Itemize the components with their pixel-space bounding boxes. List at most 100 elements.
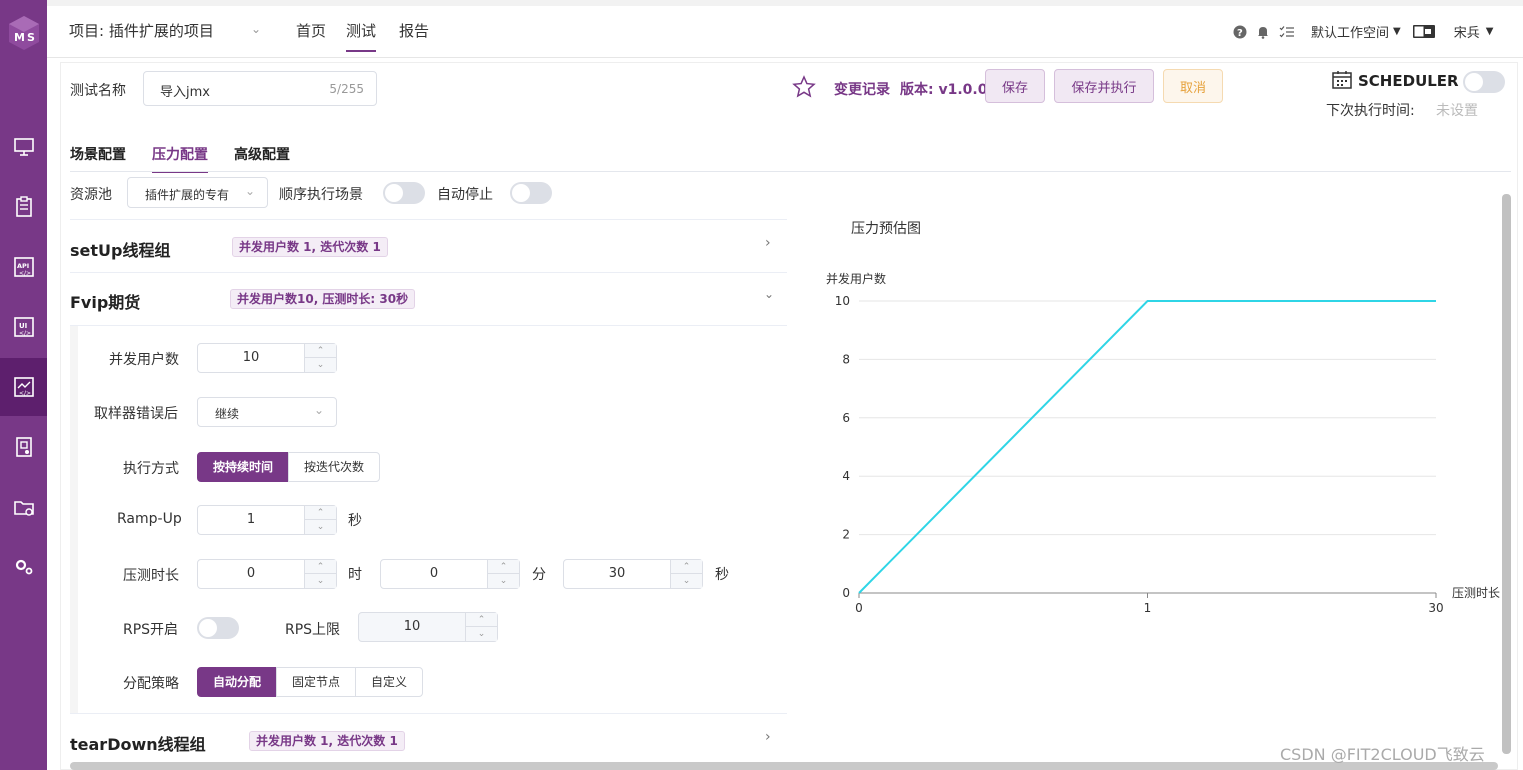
chevron-down-icon[interactable]: ⌄ <box>251 22 261 36</box>
bell-icon[interactable] <box>1256 25 1270 39</box>
user-menu[interactable]: 宋兵 <box>1454 22 1480 41</box>
checklist-icon[interactable] <box>1279 25 1295 39</box>
stepper-arrows[interactable]: ⌃ ⌄ <box>670 560 702 588</box>
caret-down-icon[interactable]: ▼ <box>1486 26 1494 37</box>
app-logo[interactable]: M S <box>0 10 47 54</box>
rps-toggle[interactable] <box>197 617 239 639</box>
on-error-select[interactable]: 继续 ⌄ <box>197 397 337 427</box>
chevron-up-icon[interactable]: ⌃ <box>305 344 336 358</box>
strategy-label: 分配策略 <box>123 676 179 692</box>
group-teardown-title[interactable]: tearDown线程组 <box>70 731 206 755</box>
calendar-icon[interactable] <box>1332 70 1352 89</box>
chevron-up-icon[interactable]: ⌃ <box>466 613 497 627</box>
chevron-right-icon[interactable]: › <box>765 729 771 745</box>
stepper-arrows[interactable]: ⌃ ⌄ <box>304 344 336 372</box>
tab-scenario[interactable]: 场景配置 <box>70 144 126 164</box>
group-setup-title[interactable]: setUp线程组 <box>70 237 170 261</box>
language-icon[interactable] <box>1412 25 1435 38</box>
users-value: 10 <box>242 350 260 365</box>
rps-limit-stepper[interactable]: 10 ⌃ ⌄ <box>358 612 498 642</box>
strategy-fixed[interactable]: 固定节点 <box>276 667 357 697</box>
test-name-label: 测试名称 <box>70 83 126 99</box>
hours-stepper[interactable]: 0 ⌃ ⌄ <box>197 559 337 589</box>
auto-stop-toggle[interactable] <box>510 182 552 204</box>
sidebar-item-ui[interactable]: UI </> <box>0 298 47 356</box>
vertical-scrollbar[interactable] <box>1502 194 1511 754</box>
change-log-link[interactable]: 变更记录 <box>834 79 890 99</box>
divider <box>70 272 787 273</box>
chart-x-tick-label: 1 <box>1144 601 1152 615</box>
stepper-arrows[interactable]: ⌃ ⌄ <box>304 506 336 534</box>
minutes-stepper[interactable]: 0 ⌃ ⌄ <box>380 559 520 589</box>
star-icon[interactable] <box>792 75 816 99</box>
folder-gear-icon <box>13 501 34 516</box>
nav-report[interactable]: 报告 <box>399 20 429 41</box>
svg-text:</>: </> <box>19 270 31 277</box>
on-error-label: 取样器错误后 <box>94 406 178 422</box>
chart-series-line <box>858 300 1436 594</box>
chevron-right-icon[interactable]: › <box>765 235 771 251</box>
chevron-down-icon[interactable]: ⌄ <box>488 574 519 588</box>
chevron-down-icon[interactable]: ⌄ <box>764 287 774 301</box>
report-icon <box>15 437 32 457</box>
svg-text:</>: </> <box>19 390 31 397</box>
svg-text:</>: </> <box>19 330 31 337</box>
workspace-selector[interactable]: 默认工作空间 <box>1311 22 1389 41</box>
mode-segmented: 按持续时间 按迭代次数 <box>197 452 381 482</box>
sidebar-item-settings[interactable] <box>0 538 47 596</box>
stepper-arrows[interactable]: ⌃ ⌄ <box>304 560 336 588</box>
chevron-down-icon[interactable]: ⌄ <box>305 520 336 534</box>
chevron-down-icon[interactable]: ⌄ <box>305 358 336 372</box>
scheduler-toggle[interactable] <box>1463 71 1505 93</box>
nav-home[interactable]: 首页 <box>296 20 326 41</box>
help-icon[interactable]: ? <box>1233 25 1247 39</box>
version-label[interactable]: 版本: v1.0.0 <box>900 79 987 99</box>
chevron-up-icon[interactable]: ⌃ <box>671 560 702 574</box>
mode-duration[interactable]: 按持续时间 <box>197 452 290 482</box>
chevron-up-icon[interactable]: ⌃ <box>305 560 336 574</box>
mode-label: 执行方式 <box>123 461 179 477</box>
strategy-custom[interactable]: 自定义 <box>355 667 424 697</box>
project-selector[interactable]: 项目: 插件扩展的项目 <box>69 20 214 41</box>
chevron-down-icon[interactable]: ⌄ <box>305 574 336 588</box>
group-fvip-title[interactable]: Fvip期货 <box>70 289 140 313</box>
sidebar-item-report[interactable] <box>0 418 47 476</box>
strategy-auto[interactable]: 自动分配 <box>197 667 278 697</box>
chevron-down-icon[interactable]: ⌄ <box>466 627 497 641</box>
serial-toggle[interactable] <box>383 182 425 204</box>
sidebar-item-performance[interactable]: </> <box>0 358 47 416</box>
chart-x-ticks: 0 1 30 <box>855 593 1444 615</box>
sidebar-item-track[interactable] <box>0 178 47 236</box>
resource-pool-select[interactable]: 插件扩展的专有 ⌄ <box>127 177 268 208</box>
tab-pressure[interactable]: 压力配置 <box>152 144 208 173</box>
users-stepper[interactable]: 10 ⌃ ⌄ <box>197 343 337 373</box>
sidebar-item-workbench[interactable] <box>0 118 47 176</box>
rps-limit-value: 10 <box>403 619 421 634</box>
stepper-arrows[interactable]: ⌃ ⌄ <box>487 560 519 588</box>
cancel-button[interactable]: 取消 <box>1163 69 1223 103</box>
sidebar-item-api[interactable]: API </> <box>0 238 47 296</box>
test-name-input[interactable]: 导入jmx 5/255 <box>143 71 377 106</box>
chart-title: 压力预估图 <box>851 221 921 237</box>
top-header: 项目: 插件扩展的项目 ⌄ 首页 测试 报告 ? 默认工作空间 ▼ 宋兵 ▼ <box>47 0 1523 58</box>
chevron-up-icon[interactable]: ⌃ <box>305 506 336 520</box>
nav-test[interactable]: 测试 <box>346 20 377 52</box>
rampup-stepper[interactable]: 1 ⌃ ⌄ <box>197 505 337 535</box>
chevron-up-icon[interactable]: ⌃ <box>488 560 519 574</box>
mode-iteration[interactable]: 按迭代次数 <box>288 452 381 482</box>
watermark-text: CSDN @FIT2CLOUD飞致云 <box>1280 745 1485 764</box>
save-button[interactable]: 保存 <box>985 69 1045 103</box>
sidebar-item-project[interactable] <box>0 478 47 536</box>
save-run-button[interactable]: 保存并执行 <box>1054 69 1154 103</box>
svg-text:API: API <box>17 262 29 270</box>
tab-advanced[interactable]: 高级配置 <box>234 144 290 164</box>
chevron-down-icon[interactable]: ⌄ <box>671 574 702 588</box>
performance-icon: </> <box>13 377 34 397</box>
seconds-stepper[interactable]: 30 ⌃ ⌄ <box>563 559 703 589</box>
divider <box>70 713 787 714</box>
chart-x-tick-label: 30 <box>1428 601 1443 615</box>
stepper-arrows[interactable]: ⌃ ⌄ <box>465 613 497 641</box>
chevron-down-icon: ⌄ <box>313 403 324 417</box>
caret-down-icon[interactable]: ▼ <box>1393 26 1401 37</box>
next-run-value: 未设置 <box>1436 103 1478 119</box>
